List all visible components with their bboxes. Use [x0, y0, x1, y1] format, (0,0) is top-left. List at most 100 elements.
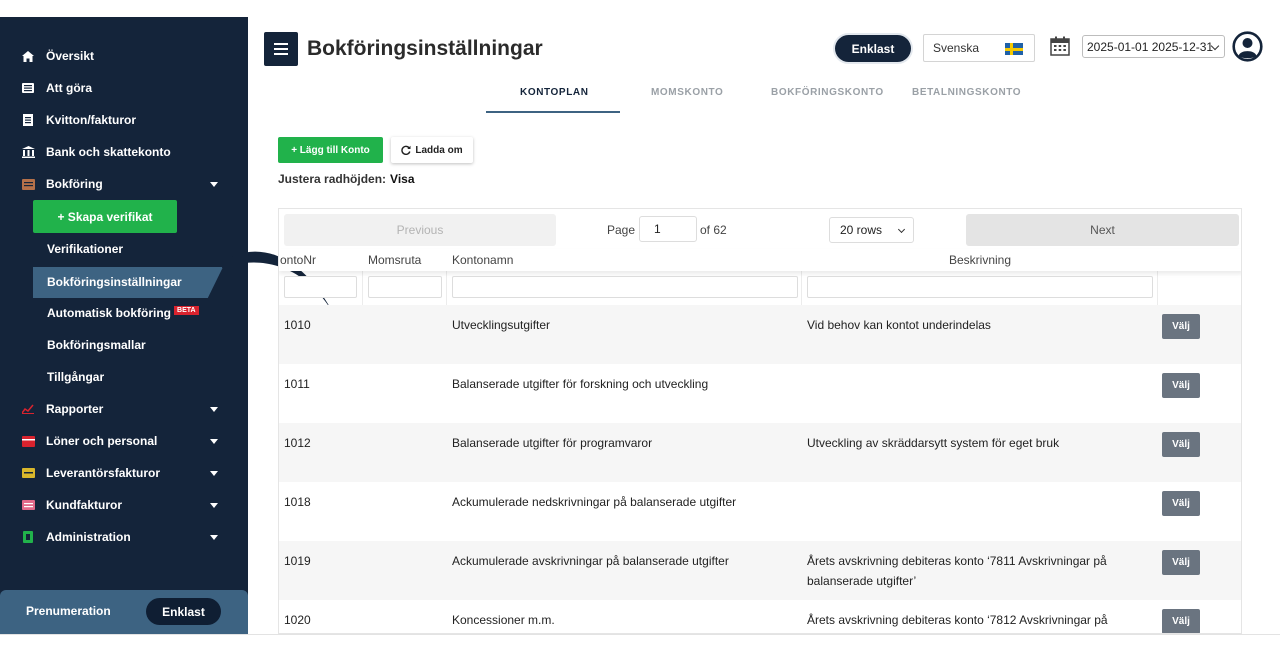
- reload-button[interactable]: Ladda om: [391, 137, 473, 163]
- beta-badge: BETA: [174, 306, 199, 315]
- cell-kontonr: 1010: [284, 318, 311, 332]
- subscription-plan-button[interactable]: Enklast: [146, 598, 221, 625]
- create-voucher-button[interactable]: + Skapa verifikat: [33, 200, 177, 233]
- menu-toggle-button[interactable]: [264, 32, 298, 66]
- filter-beskrivning-input[interactable]: [807, 276, 1153, 298]
- chevron-down-icon: [897, 225, 906, 234]
- sidebar-item-kundfakturor[interactable]: Kundfakturor: [0, 491, 248, 519]
- pagination: Previous Page 1 of 62 20 rows Next: [279, 209, 1241, 249]
- tab-bokforingskonto[interactable]: BOKFÖRINGSKONTO: [771, 87, 884, 98]
- date-range-value: 2025-01-01 2025-12-31: [1087, 39, 1214, 54]
- sidebar-item-rapporter[interactable]: Rapporter: [0, 395, 248, 423]
- column-header-beskrivning[interactable]: Beskrivning: [949, 253, 1011, 267]
- sidebar-subitem-bokforingsmallar[interactable]: Bokföringsmallar: [47, 338, 146, 352]
- chevron-down-icon: [210, 471, 218, 476]
- reload-label: Ladda om: [415, 144, 463, 156]
- sidebar-item-kvitton[interactable]: Kvitton/fakturor: [0, 106, 248, 134]
- sidebar-item-leverantorsfakturor[interactable]: Leverantörsfakturor: [0, 459, 248, 487]
- active-tab-underline: [486, 111, 620, 113]
- app-root: Översikt Att göra Kvitton/fakturor Bank …: [0, 0, 1280, 650]
- filter-kontonr-input[interactable]: [284, 276, 357, 298]
- page-title: Bokföringsinställningar: [307, 37, 543, 60]
- column-header-momsruta[interactable]: Momsruta: [368, 253, 421, 267]
- sidebar-item-label: Leverantörsfakturor: [46, 466, 161, 480]
- sidebar-item-label: Administration: [46, 530, 131, 544]
- table-row: 1019 Ackumulerade avskrivningar på balan…: [279, 541, 1241, 600]
- sweden-flag-icon: [1005, 43, 1023, 55]
- cell-kontonr: 1011: [284, 377, 310, 391]
- sidebar-item-loner[interactable]: Löner och personal: [0, 427, 248, 455]
- select-account-button[interactable]: Välj: [1162, 373, 1200, 398]
- select-account-button[interactable]: Välj: [1162, 609, 1200, 633]
- sidebar-subitem-verifikationer[interactable]: Verifikationer: [47, 242, 123, 256]
- plan-badge-button[interactable]: Enklast: [835, 35, 911, 62]
- accounts-table: Previous Page 1 of 62 20 rows Next ontoN…: [278, 208, 1242, 634]
- sidebar-item-administration[interactable]: Administration: [0, 523, 248, 551]
- subscription-footer: Prenumeration Enklast: [0, 590, 248, 634]
- customer-invoice-icon: [21, 498, 35, 512]
- refresh-icon: [401, 145, 411, 155]
- tab-betalningskonto[interactable]: BETALNINGSKONTO: [912, 87, 1021, 98]
- receipt-icon: [21, 113, 35, 127]
- page-bottom-divider: [0, 634, 1280, 635]
- tab-momskonto[interactable]: MOMSKONTO: [651, 87, 723, 98]
- sidebar-item-label: Rapporter: [46, 402, 104, 416]
- sidebar-item-bokforing[interactable]: Bokföring: [0, 170, 248, 198]
- next-page-button[interactable]: Next: [966, 214, 1239, 246]
- sidebar-item-label: Översikt: [46, 49, 95, 63]
- row-height-toggle[interactable]: Visa: [390, 172, 414, 186]
- sidebar-item-label: Bokföring: [46, 177, 103, 191]
- sidebar-subitem-tillgangar[interactable]: Tillgångar: [47, 370, 104, 384]
- sidebar-subitem-automatisk-bokforing[interactable]: Automatisk bokföring BETA: [47, 306, 199, 320]
- rows-per-page-select[interactable]: 20 rows: [829, 217, 914, 243]
- sidebar-item-oversikt[interactable]: Översikt: [0, 42, 248, 70]
- sidebar-item-bank[interactable]: Bank och skattekonto: [0, 138, 248, 166]
- filter-momsruta-input[interactable]: [368, 276, 442, 298]
- user-avatar-icon[interactable]: [1232, 31, 1263, 62]
- list-icon: [21, 81, 35, 95]
- sidebar-item-att-gora[interactable]: Att göra: [0, 74, 248, 102]
- select-account-button[interactable]: Välj: [1162, 550, 1200, 575]
- table-row: 1011 Balanserade utgifter för forskning …: [279, 364, 1241, 423]
- chevron-down-icon: [210, 535, 218, 540]
- cell-kontonamn: Balanserade utgifter för forskning och u…: [452, 377, 709, 391]
- date-range-select[interactable]: 2025-01-01 2025-12-31: [1082, 35, 1225, 58]
- select-account-button[interactable]: Välj: [1162, 491, 1200, 516]
- sidebar-subitem-label: Automatisk bokföring: [47, 306, 172, 320]
- table-row: 1018 Ackumulerade nedskrivningar på bala…: [279, 482, 1241, 541]
- cell-kontonamn: Ackumulerade avskrivningar på balanserad…: [452, 554, 729, 568]
- cell-kontonr: 1012: [284, 436, 311, 450]
- sidebar-item-label: Kundfakturor: [46, 498, 122, 512]
- cell-kontonamn: Ackumulerade nedskrivningar på balansera…: [452, 495, 737, 509]
- row-height-control: Justera radhöjden: Visa: [278, 172, 415, 186]
- subscription-label: Prenumeration: [26, 604, 111, 618]
- column-header-kontonamn[interactable]: Kontonamn: [452, 253, 513, 267]
- previous-page-button[interactable]: Previous: [284, 214, 556, 246]
- cell-beskrivning: Årets avskrivning debiteras konto ‘7811 …: [807, 554, 1107, 588]
- add-account-button[interactable]: + Lägg till Konto: [278, 137, 383, 163]
- rows-per-page-value: 20 rows: [840, 223, 883, 237]
- bank-icon: [21, 145, 35, 159]
- filter-kontonamn-input[interactable]: [452, 276, 798, 298]
- page-count: of 62: [700, 223, 727, 237]
- cell-kontonamn: Utvecklingsutgifter: [452, 318, 551, 332]
- cell-kontonr: 1020: [284, 613, 311, 627]
- language-select[interactable]: Svenska: [923, 34, 1035, 62]
- cell-beskrivning: Vid behov kan kontot underindelas: [807, 318, 991, 332]
- column-header-kontonr[interactable]: ontoNr: [280, 253, 316, 267]
- cell-kontonamn: Koncessioner m.m.: [452, 613, 555, 627]
- tab-kontoplan[interactable]: KONTOPLAN: [520, 87, 589, 98]
- sidebar-item-label: Bank och skattekonto: [46, 145, 171, 159]
- select-account-button[interactable]: Välj: [1162, 432, 1200, 457]
- page-number-input[interactable]: 1: [639, 216, 697, 242]
- sidebar-item-label: Att göra: [46, 81, 92, 95]
- select-account-button[interactable]: Välj: [1162, 314, 1200, 339]
- table-row: 1010 Utvecklingsutgifter Vid behov kan k…: [279, 305, 1241, 364]
- calendar-icon[interactable]: [1050, 36, 1070, 56]
- page-label: Page: [607, 223, 636, 237]
- sidebar-subitem-bokforingsinstallningar[interactable]: Bokföringsinställningar: [47, 275, 182, 289]
- admin-icon: [21, 530, 35, 544]
- table-header: ontoNr Momsruta Kontonamn Beskrivning: [279, 249, 1241, 271]
- cell-kontonamn: Balanserade utgifter för programvaror: [452, 436, 653, 450]
- ledger-icon: [21, 177, 35, 191]
